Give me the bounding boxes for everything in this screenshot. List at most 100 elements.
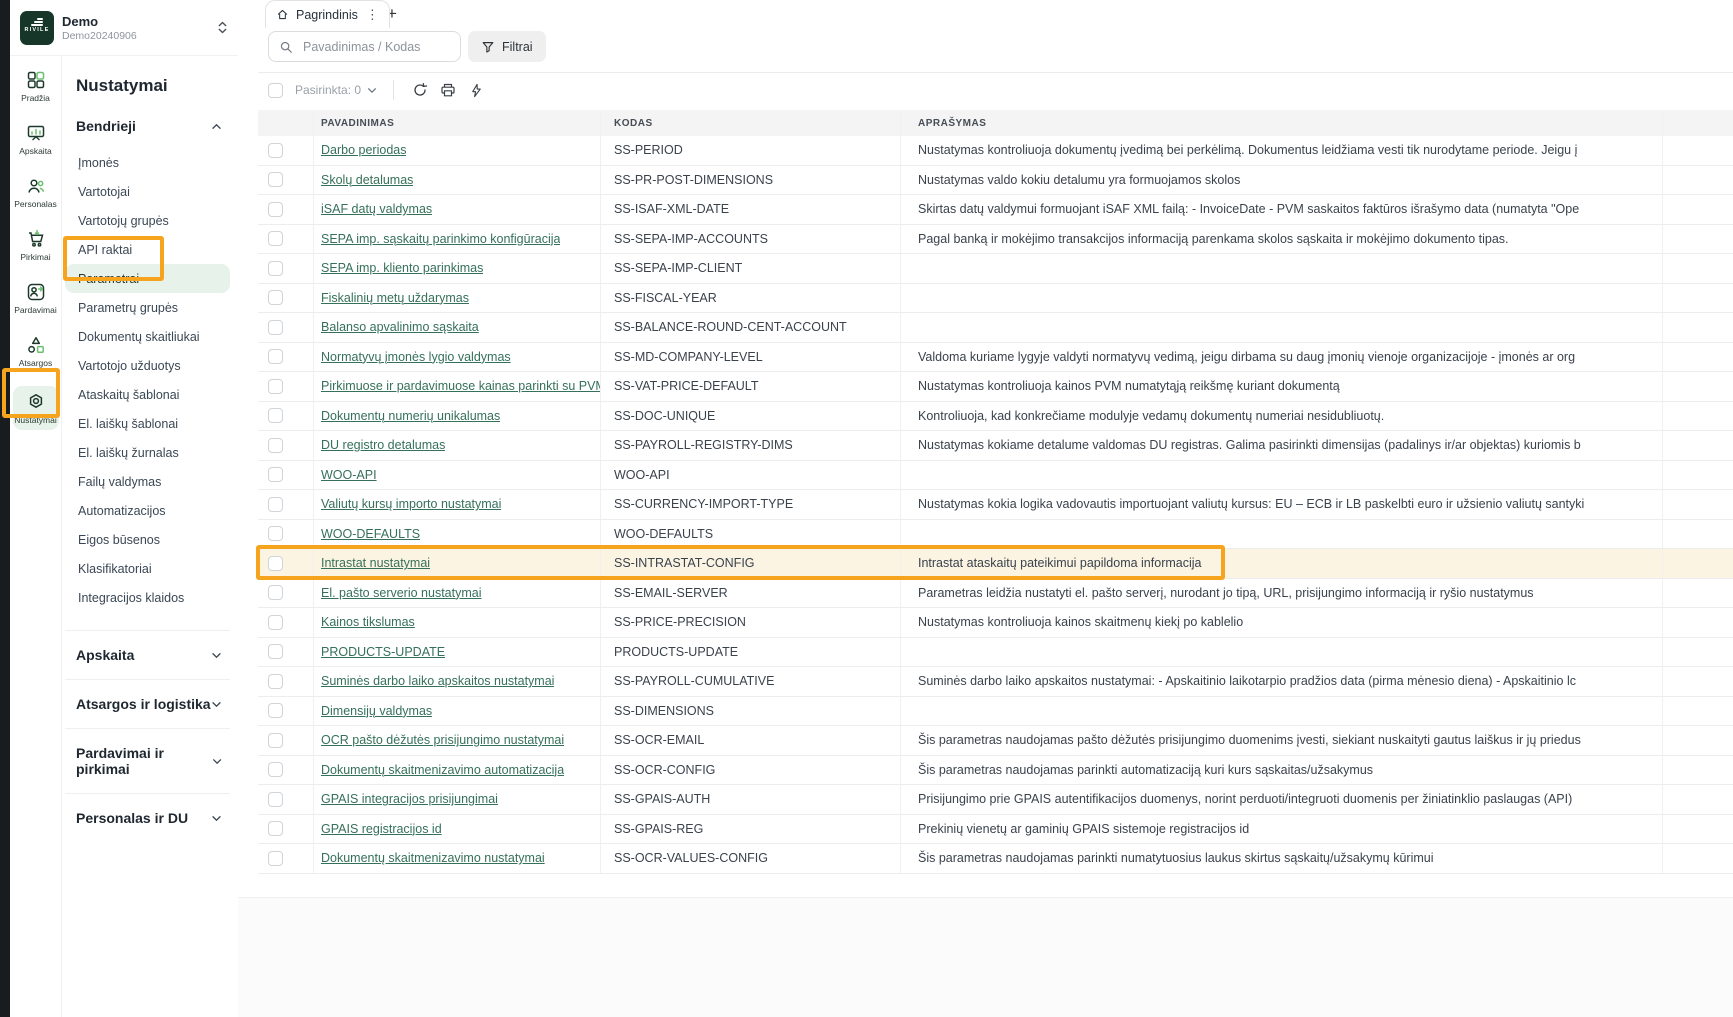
automation-button[interactable] — [462, 77, 490, 103]
sidebar-group-header[interactable]: Atsargos ir logistika — [65, 679, 230, 728]
row-checkbox[interactable] — [268, 556, 283, 571]
parameter-code: SS-INTRASTAT-CONFIG — [600, 549, 900, 578]
row-checkbox[interactable] — [268, 792, 283, 807]
parameter-link[interactable]: WOO-DEFAULTS — [321, 527, 420, 541]
row-checkbox[interactable] — [268, 674, 283, 689]
row-extra-cell — [1662, 225, 1733, 254]
row-checkbox-cell — [258, 579, 313, 608]
sidebar-menu-item[interactable]: Integracijos klaidos — [65, 583, 230, 612]
sidebar-menu-item[interactable]: El. laiškų šablonai — [65, 409, 230, 438]
rail-item-pirkimai[interactable]: Pirkimai — [13, 227, 59, 264]
parameter-link[interactable]: GPAIS integracijos prisijungimai — [321, 792, 498, 806]
row-checkbox[interactable] — [268, 143, 283, 158]
row-checkbox[interactable] — [268, 615, 283, 630]
parameter-link[interactable]: Kainos tikslumas — [321, 615, 415, 629]
selected-dropdown-chevron[interactable] — [367, 87, 377, 94]
row-checkbox[interactable] — [268, 438, 283, 453]
sidebar-menu-item[interactable]: Dokumentų skaitliukai — [65, 322, 230, 351]
parameter-link[interactable]: Normatyvų įmonės lygio valdymas — [321, 350, 511, 364]
parameter-link[interactable]: GPAIS registracijos id — [321, 822, 442, 836]
sidebar-menu-item[interactable]: Parametrų grupės — [65, 293, 230, 322]
parameter-link[interactable]: Skolų detalumas — [321, 173, 413, 187]
row-checkbox[interactable] — [268, 202, 283, 217]
row-checkbox[interactable] — [268, 497, 283, 512]
sidebar-group-header[interactable]: Apskaita — [65, 630, 230, 679]
parameter-link[interactable]: PRODUCTS-UPDATE — [321, 645, 445, 659]
sidebar-menu-item[interactable]: Ataskaitų šablonai — [65, 380, 230, 409]
parameter-link[interactable]: DU registro detalumas — [321, 438, 445, 452]
parameter-link[interactable]: SEPA imp. sąskaitų parinkimo konfigūraci… — [321, 232, 560, 246]
row-checkbox[interactable] — [268, 526, 283, 541]
row-checkbox[interactable] — [268, 762, 283, 777]
parameter-link[interactable]: WOO-API — [321, 468, 377, 482]
kebab-icon[interactable]: ⋮ — [365, 8, 380, 21]
row-checkbox[interactable] — [268, 733, 283, 748]
rail-item-apskaita[interactable]: Apskaita — [13, 121, 59, 158]
parameter-link[interactable]: Dimensijų valdymas — [321, 704, 432, 718]
rail-item-personalas[interactable]: Personalas — [13, 174, 59, 211]
parameter-description: Prekinių vienetų ar gaminių GPAIS sistem… — [900, 815, 1662, 844]
company-switcher-button[interactable] — [212, 18, 232, 38]
rail-item-nustatymai[interactable]: Nustatymai — [13, 386, 59, 430]
parameter-link[interactable]: Valiutų kursų importo nustatymai — [321, 497, 501, 511]
print-button[interactable] — [434, 77, 462, 103]
sidebar-menu-item[interactable]: Eigos būsenos — [65, 525, 230, 554]
parameter-link[interactable]: Pirkimuose ir pardavimuose kainas parink… — [321, 379, 600, 393]
menu-item-label: Klasifikatoriai — [78, 562, 152, 576]
sidebar-menu-item[interactable]: Klasifikatoriai — [65, 554, 230, 583]
sidebar-menu-item[interactable]: Parametrai — [65, 264, 230, 293]
sidebar-menu-item[interactable]: El. laiškų žurnalas — [65, 438, 230, 467]
row-checkbox[interactable] — [268, 644, 283, 659]
sidebar-group-header[interactable]: Personalas ir DU — [65, 793, 230, 842]
row-checkbox[interactable] — [268, 172, 283, 187]
parameter-link[interactable]: Intrastat nustatymai — [321, 556, 430, 570]
tab-pagrindinis[interactable]: Pagrindinis ⋮ — [265, 0, 390, 28]
parameter-link[interactable]: Dokumentų skaitmenizavimo automatizacija — [321, 763, 564, 777]
row-checkbox-cell — [258, 638, 313, 667]
row-checkbox[interactable] — [268, 320, 283, 335]
parameter-description: Šis parametras naudojamas parinkti autom… — [900, 756, 1662, 785]
row-checkbox[interactable] — [268, 379, 283, 394]
parameter-link[interactable]: Darbo periodas — [321, 143, 406, 157]
row-checkbox[interactable] — [268, 231, 283, 246]
filter-button[interactable]: Filtrai — [468, 31, 546, 62]
parameter-description — [900, 461, 1662, 490]
select-all-checkbox[interactable] — [268, 83, 283, 98]
search-field — [268, 31, 461, 62]
sidebar-menu-item[interactable]: Įmonės — [65, 148, 230, 177]
parameter-link[interactable]: Fiskalinių metų uždarymas — [321, 291, 469, 305]
row-checkbox[interactable] — [268, 821, 283, 836]
sidebar-section-bendrieji[interactable]: Bendrieji — [65, 110, 230, 142]
parameter-link[interactable]: SEPA imp. kliento parinkimas — [321, 261, 483, 275]
row-checkbox[interactable] — [268, 467, 283, 482]
row-checkbox[interactable] — [268, 290, 283, 305]
parameter-link[interactable]: Balanso apvalinimo sąskaita — [321, 320, 479, 334]
sidebar-menu-item[interactable]: API raktai — [65, 235, 230, 264]
parameter-link[interactable]: OCR pašto dėžutės prisijungimo nustatyma… — [321, 733, 564, 747]
parameter-link[interactable]: iSAF datų valdymas — [321, 202, 432, 216]
sidebar-menu-item[interactable]: Vartotojai — [65, 177, 230, 206]
row-checkbox[interactable] — [268, 408, 283, 423]
group-label: Pardavimai ir pirkimai — [76, 745, 212, 777]
parameter-link[interactable]: Dokumentų numerių unikalumas — [321, 409, 500, 423]
row-checkbox[interactable] — [268, 703, 283, 718]
row-extra-cell — [1662, 195, 1733, 224]
sidebar-menu-item[interactable]: Vartotojų grupės — [65, 206, 230, 235]
sidebar-title: Nustatymai — [76, 76, 230, 96]
parameter-link[interactable]: El. pašto serverio nustatymai — [321, 586, 482, 600]
row-checkbox[interactable] — [268, 261, 283, 276]
sidebar-group-header[interactable]: Pardavimai ir pirkimai — [65, 728, 230, 793]
parameter-link[interactable]: Dokumentų skaitmenizavimo nustatymai — [321, 851, 545, 865]
search-input[interactable] — [301, 39, 450, 55]
row-checkbox[interactable] — [268, 851, 283, 866]
parameter-link[interactable]: Suminės darbo laiko apskaitos nustatymai — [321, 674, 554, 688]
sidebar-menu-item[interactable]: Vartotojo užduotys — [65, 351, 230, 380]
sidebar-menu-item[interactable]: Automatizacijos — [65, 496, 230, 525]
row-checkbox[interactable] — [268, 585, 283, 600]
rail-item-atsargos[interactable]: Atsargos — [13, 333, 59, 370]
refresh-button[interactable] — [406, 77, 434, 103]
rail-item-pardavimai[interactable]: Pardavimai — [13, 280, 59, 317]
row-checkbox[interactable] — [268, 349, 283, 364]
sidebar-menu-item[interactable]: Failų valdymas — [65, 467, 230, 496]
rail-item-pradzia[interactable]: Pradžia — [13, 68, 59, 105]
